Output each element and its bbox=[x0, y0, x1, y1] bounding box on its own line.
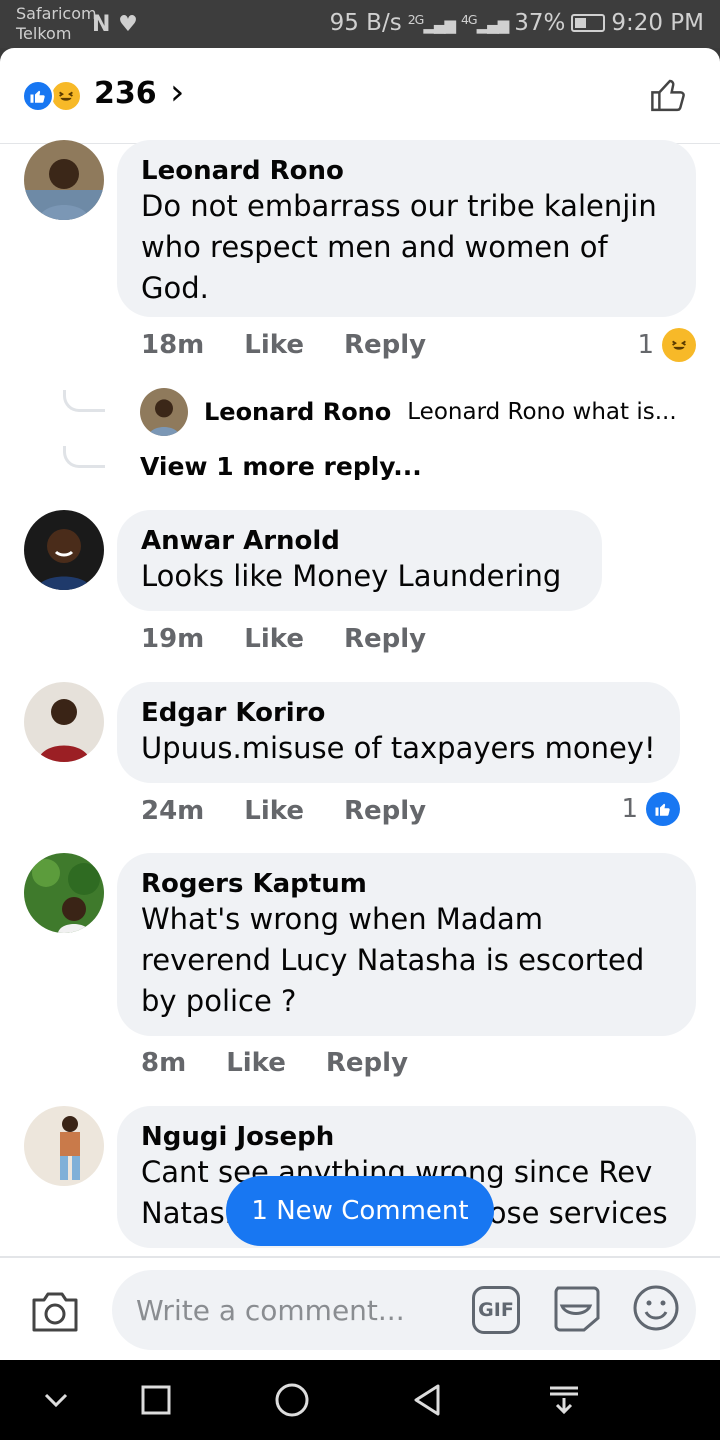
comment-time: 18m bbox=[141, 330, 205, 360]
comment-text: Upuus.misuse of taxpayers money! bbox=[141, 731, 656, 765]
reply-preview[interactable]: Leonard Rono Leonard Rono what is... bbox=[140, 388, 677, 436]
view-more-replies-link[interactable]: View 1 more reply... bbox=[140, 452, 422, 481]
comment-composer: GIF bbox=[0, 1256, 720, 1360]
like-link[interactable]: Like bbox=[244, 624, 304, 654]
comment-time: 24m bbox=[141, 796, 205, 826]
comment-bubble[interactable]: Leonard Rono Do not embarrass our tribe … bbox=[117, 140, 696, 317]
camera-icon[interactable] bbox=[30, 1288, 80, 1334]
comment-reaction-count[interactable]: 1 bbox=[637, 328, 696, 362]
comment-actions: 8m Like Reply bbox=[141, 1048, 408, 1078]
haha-reaction-icon bbox=[662, 328, 696, 362]
comment-text: Do not embarrass our tribe kalenjin who … bbox=[141, 189, 657, 305]
avatar[interactable] bbox=[24, 140, 104, 220]
clock: 9:20 PM bbox=[611, 10, 704, 36]
comment-time: 19m bbox=[141, 624, 205, 654]
reply-link[interactable]: Reply bbox=[344, 796, 426, 826]
reply-link[interactable]: Reply bbox=[344, 330, 426, 360]
back-triangle-icon[interactable] bbox=[408, 1380, 448, 1420]
avatar[interactable] bbox=[24, 682, 104, 762]
reply-link[interactable]: Reply bbox=[344, 624, 426, 654]
battery-icon bbox=[571, 14, 606, 32]
reply-text: Leonard Rono what is... bbox=[407, 399, 677, 425]
download-tray-icon[interactable] bbox=[544, 1380, 584, 1420]
like-link[interactable]: Like bbox=[226, 1048, 286, 1078]
chevron-down-icon[interactable] bbox=[36, 1380, 76, 1420]
comment-author[interactable]: Anwar Arnold bbox=[141, 526, 578, 556]
comment-author[interactable]: Rogers Kaptum bbox=[141, 869, 672, 899]
comment-bubble[interactable]: Edgar Koriro Upuus.misuse of taxpayers m… bbox=[117, 682, 680, 783]
comment-time: 8m bbox=[141, 1048, 187, 1078]
comment-text: What's wrong when Madam reverend Lucy Na… bbox=[141, 902, 645, 1018]
like-link[interactable]: Like bbox=[244, 796, 304, 826]
comment-text: Looks like Money Laundering bbox=[141, 559, 562, 593]
comment-actions: 19m Like Reply bbox=[141, 624, 426, 654]
reaction-total[interactable]: 236 bbox=[94, 76, 157, 111]
like-link[interactable]: Like bbox=[244, 330, 304, 360]
network-speed: 95 B/s bbox=[329, 10, 402, 36]
status-right: 95 B/s 2G▂▄▆ 4G▂▄▆ 37% 9:20 PM bbox=[330, 10, 704, 36]
status-bar: Safaricom Telkom N ♥ 95 B/s 2G▂▄▆ 4G▂▄▆ … bbox=[0, 0, 720, 48]
new-comment-button[interactable]: 1 New Comment bbox=[226, 1176, 494, 1246]
avatar[interactable] bbox=[24, 1106, 104, 1186]
comment-author[interactable]: Edgar Koriro bbox=[141, 698, 656, 728]
comment-input[interactable] bbox=[112, 1270, 696, 1350]
carrier-2: Telkom bbox=[16, 24, 72, 43]
chevron-right-icon[interactable]: › bbox=[170, 72, 184, 113]
carrier-1: Safaricom bbox=[16, 4, 97, 23]
comment-actions: 24m Like Reply bbox=[141, 796, 426, 826]
like-reaction-icon bbox=[22, 80, 54, 112]
circle-icon[interactable] bbox=[272, 1380, 312, 1420]
signal-4g-icon: 4G▂▄▆ bbox=[460, 12, 509, 34]
comment-reaction-count[interactable]: 1 bbox=[621, 792, 680, 826]
carrier-names: Safaricom Telkom bbox=[16, 4, 97, 44]
comment-actions: 18m Like Reply bbox=[141, 330, 426, 360]
comment-author[interactable]: Ngugi Joseph bbox=[141, 1122, 672, 1152]
reactions-header: 236 › bbox=[0, 48, 720, 144]
thumbs-up-outline-icon[interactable] bbox=[648, 74, 690, 116]
thread-connector bbox=[63, 446, 105, 468]
like-reaction-icon bbox=[646, 792, 680, 826]
reply-link[interactable]: Reply bbox=[326, 1048, 408, 1078]
comments-sheet: 236 › Leonard Rono Do not embarrass our … bbox=[0, 48, 720, 1360]
haha-reaction-icon bbox=[50, 80, 82, 112]
reply-author: Leonard Rono bbox=[204, 398, 392, 426]
avatar[interactable] bbox=[24, 853, 104, 933]
reaction-count: 1 bbox=[621, 794, 638, 824]
system-nav-bar bbox=[0, 1360, 720, 1440]
comment-bubble[interactable]: Rogers Kaptum What's wrong when Madam re… bbox=[117, 853, 696, 1036]
emoji-icon[interactable] bbox=[632, 1284, 680, 1332]
comment-author[interactable]: Leonard Rono bbox=[141, 156, 672, 186]
reaction-count: 1 bbox=[637, 330, 654, 360]
square-icon[interactable] bbox=[136, 1380, 176, 1420]
gif-icon[interactable]: GIF bbox=[472, 1286, 520, 1334]
avatar bbox=[140, 388, 188, 436]
sticker-icon[interactable] bbox=[550, 1282, 602, 1334]
notification-icons: N ♥ bbox=[92, 12, 138, 37]
signal-2g-icon: 2G▂▄▆ bbox=[407, 12, 456, 34]
reaction-summary[interactable] bbox=[22, 80, 88, 112]
comment-bubble[interactable]: Anwar Arnold Looks like Money Laundering bbox=[117, 510, 602, 611]
battery-percent: 37% bbox=[514, 10, 566, 36]
avatar[interactable] bbox=[24, 510, 104, 590]
thread-connector bbox=[63, 390, 105, 412]
